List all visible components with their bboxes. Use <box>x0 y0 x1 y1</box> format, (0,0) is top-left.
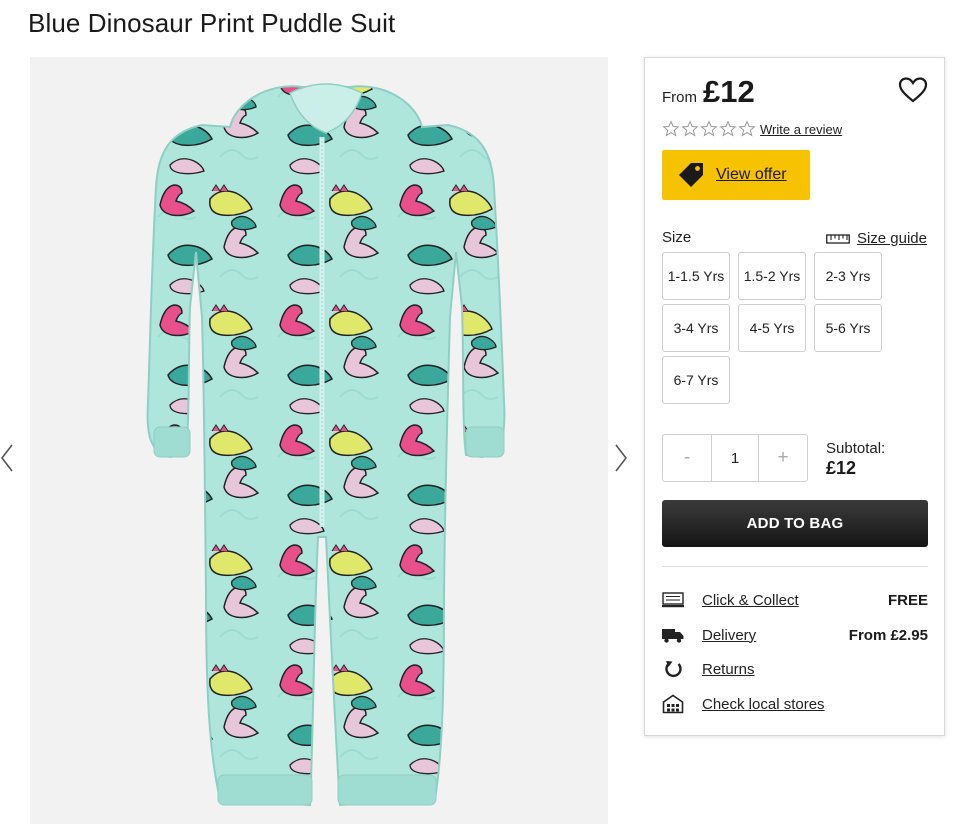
truck-icon <box>662 625 684 645</box>
returns-icon <box>662 659 684 679</box>
empty-star-icon <box>662 120 680 137</box>
subtotal-value: £12 <box>826 458 857 478</box>
delivery-link[interactable]: Delivery <box>702 627 756 644</box>
view-offer-button[interactable]: View offer <box>662 150 810 200</box>
add-to-bag-button[interactable]: ADD TO BAG <box>662 500 928 547</box>
quantity-stepper: - + <box>662 434 808 482</box>
product-title: Blue Dinosaur Print Puddle Suit <box>28 8 396 38</box>
returns-link[interactable]: Returns <box>702 661 755 678</box>
subtotal: Subtotal: £12 <box>826 440 885 479</box>
from-label: From <box>662 89 697 106</box>
increase-quantity-button[interactable]: + <box>759 435 807 481</box>
price-row: From £12 <box>662 74 755 110</box>
price: £12 <box>703 74 755 109</box>
click-collect-price: FREE <box>887 591 928 609</box>
quantity-input[interactable] <box>711 435 759 481</box>
product-image <box>30 57 608 824</box>
purchase-panel: From £12 Write a review View offer Size <box>644 57 945 736</box>
check-stores-link[interactable]: Check local stores <box>702 696 825 713</box>
view-offer-label: View offer <box>716 166 787 183</box>
size-label: Size <box>662 229 692 246</box>
size-option[interactable]: 5-6 Yrs <box>814 304 882 352</box>
previous-image-arrow[interactable] <box>0 440 18 476</box>
subtotal-label: Subtotal: <box>826 440 886 457</box>
empty-star-icon <box>738 120 756 137</box>
product-image-gallery[interactable] <box>30 57 608 824</box>
wishlist-heart-icon[interactable] <box>898 76 928 104</box>
delivery-row: Delivery From £2.95 <box>662 623 928 647</box>
size-option[interactable]: 2-3 Yrs <box>814 252 882 300</box>
empty-star-icon <box>719 120 737 137</box>
size-guide-label: Size guide <box>856 230 927 247</box>
size-options: 1-1.5 Yrs 1.5-2 Yrs 2-3 Yrs 3-4 Yrs 4-5 … <box>662 252 886 404</box>
chevron-right-icon <box>615 444 628 472</box>
size-option[interactable]: 3-4 Yrs <box>662 304 730 352</box>
returns-row: Returns <box>662 657 928 681</box>
rating-row: Write a review <box>662 120 842 138</box>
star-rating <box>662 120 756 138</box>
click-collect-icon <box>662 590 684 610</box>
click-collect-row: Click & Collect FREE <box>662 588 928 612</box>
price-tag-icon <box>679 163 703 187</box>
size-option[interactable]: 6-7 Yrs <box>662 356 730 404</box>
decrease-quantity-button[interactable]: - <box>663 435 711 481</box>
store-icon <box>662 694 684 714</box>
empty-star-icon <box>681 120 699 137</box>
empty-star-icon <box>700 120 718 137</box>
divider <box>662 566 928 567</box>
delivery-price: From £2.95 <box>848 626 928 644</box>
write-review-link[interactable]: Write a review <box>760 122 842 137</box>
chevron-left-icon <box>0 444 13 472</box>
click-collect-link[interactable]: Click & Collect <box>702 592 799 609</box>
check-stores-row: Check local stores <box>662 692 928 716</box>
size-option[interactable]: 1-1.5 Yrs <box>662 252 730 300</box>
size-guide-link[interactable]: Size guide <box>826 230 927 247</box>
size-option[interactable]: 4-5 Yrs <box>738 304 806 352</box>
size-option[interactable]: 1.5-2 Yrs <box>738 252 806 300</box>
ruler-icon <box>826 233 850 244</box>
next-image-arrow[interactable] <box>610 440 632 476</box>
